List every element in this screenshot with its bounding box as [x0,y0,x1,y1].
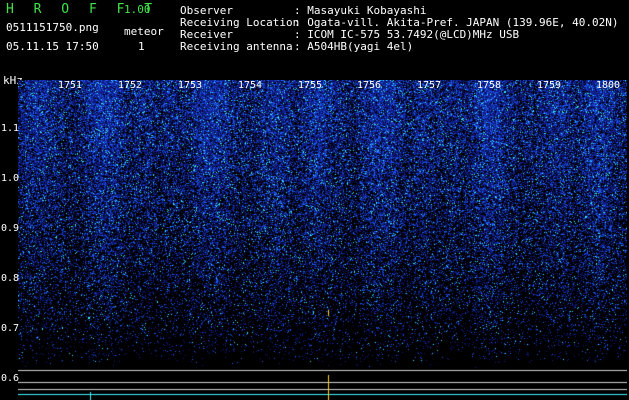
version-label: 1.00 [124,3,151,16]
x-tick-label: 1751 [58,80,83,91]
antenna-label: Receiving antenna [180,40,293,53]
x-tick-label: 1800 [596,80,621,91]
antenna-value: : A504HB(yagi 4el) [294,40,414,53]
x-tick-label: 1759 [537,80,562,91]
y-tick-label: 0.6 [1,373,20,384]
x-tick-label: 1757 [417,80,442,91]
x-tick-label: 1756 [357,80,382,91]
y-tick-label: 0.7 [1,323,20,334]
y-tick-label: 1.1 [1,123,20,134]
meteor-label: meteor [124,25,164,38]
y-tick-label: 0.9 [1,223,20,234]
datetime-label: 05.11.15 17:50 [6,40,99,53]
meteor-count: 1 [138,40,145,53]
x-tick-label: 1755 [298,80,323,91]
y-tick-label: 0.8 [1,273,20,284]
spectrogram [18,80,627,400]
y-tick-label: 1.0 [1,173,20,184]
x-tick-label: 1758 [477,80,502,91]
x-tick-label: 1752 [118,80,143,91]
x-tick-label: 1753 [178,80,203,91]
filename-label: 0511151750.png [6,21,99,34]
x-tick-label: 1754 [238,80,263,91]
